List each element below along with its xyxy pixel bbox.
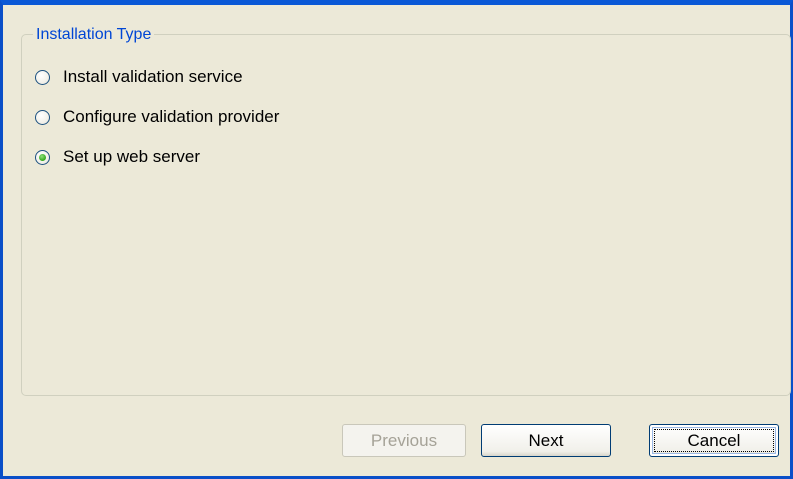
- radio-label[interactable]: Install validation service: [63, 67, 243, 87]
- cancel-button-label: Cancel: [687, 431, 741, 450]
- radio-unselected-icon[interactable]: [35, 69, 50, 85]
- radio-unselected-icon[interactable]: [35, 109, 50, 125]
- radio-label[interactable]: Configure validation provider: [63, 107, 279, 127]
- group-title: Installation Type: [33, 25, 155, 45]
- radio-configure-validation-provider[interactable]: Configure validation provider: [35, 106, 279, 128]
- previous-button[interactable]: Previous: [342, 424, 466, 457]
- installation-type-group: Installation Type Install validation ser…: [21, 25, 791, 396]
- radio-install-validation-service[interactable]: Install validation service: [35, 66, 243, 88]
- radio-selected-icon[interactable]: [35, 149, 50, 165]
- radio-dot-icon: [39, 153, 46, 161]
- radio-set-up-web-server[interactable]: Set up web server: [35, 146, 200, 168]
- installer-dialog: Installation Type Install validation ser…: [0, 0, 793, 479]
- radio-label[interactable]: Set up web server: [63, 147, 200, 167]
- next-button[interactable]: Next: [481, 424, 611, 457]
- cancel-button[interactable]: Cancel: [649, 424, 779, 457]
